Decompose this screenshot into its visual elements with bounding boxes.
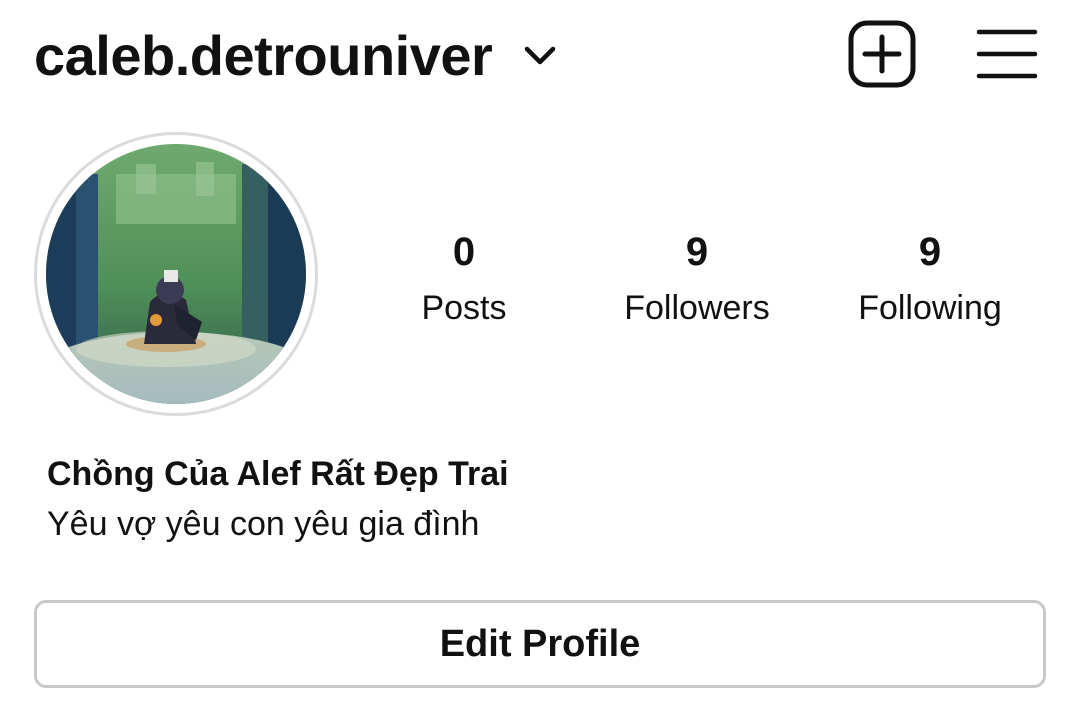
posts-stat[interactable]: 0 Posts (344, 226, 584, 338)
following-label: Following (858, 289, 1002, 327)
followers-stat[interactable]: 9 Followers (577, 226, 817, 338)
following-stat[interactable]: 9 Following (810, 226, 1050, 338)
avatar-ring[interactable] (34, 132, 318, 416)
plus-square-icon (848, 20, 916, 88)
avatar[interactable] (46, 144, 306, 404)
profile-avatar (46, 144, 306, 404)
followers-label: Followers (624, 289, 770, 327)
username[interactable]: caleb.detrouniver (34, 28, 493, 84)
followers-count: 9 (685, 230, 709, 274)
display-name: Chồng Của Alef Rất Đẹp Trai (47, 455, 509, 493)
following-count: 9 (918, 230, 942, 274)
new-post-button[interactable] (848, 20, 916, 88)
hamburger-menu-icon (976, 29, 1038, 79)
account-switcher[interactable]: caleb.detrouniver (34, 20, 558, 92)
posts-count: 0 (452, 230, 476, 274)
edit-profile-button[interactable]: Edit Profile (34, 600, 1046, 688)
posts-label: Posts (421, 289, 507, 327)
chevron-down-icon[interactable] (522, 38, 558, 74)
menu-button[interactable] (976, 28, 1038, 80)
bio-text: Yêu vợ yêu con yêu gia đình (47, 505, 480, 543)
profile-header: caleb.detrouniver (0, 0, 1080, 112)
